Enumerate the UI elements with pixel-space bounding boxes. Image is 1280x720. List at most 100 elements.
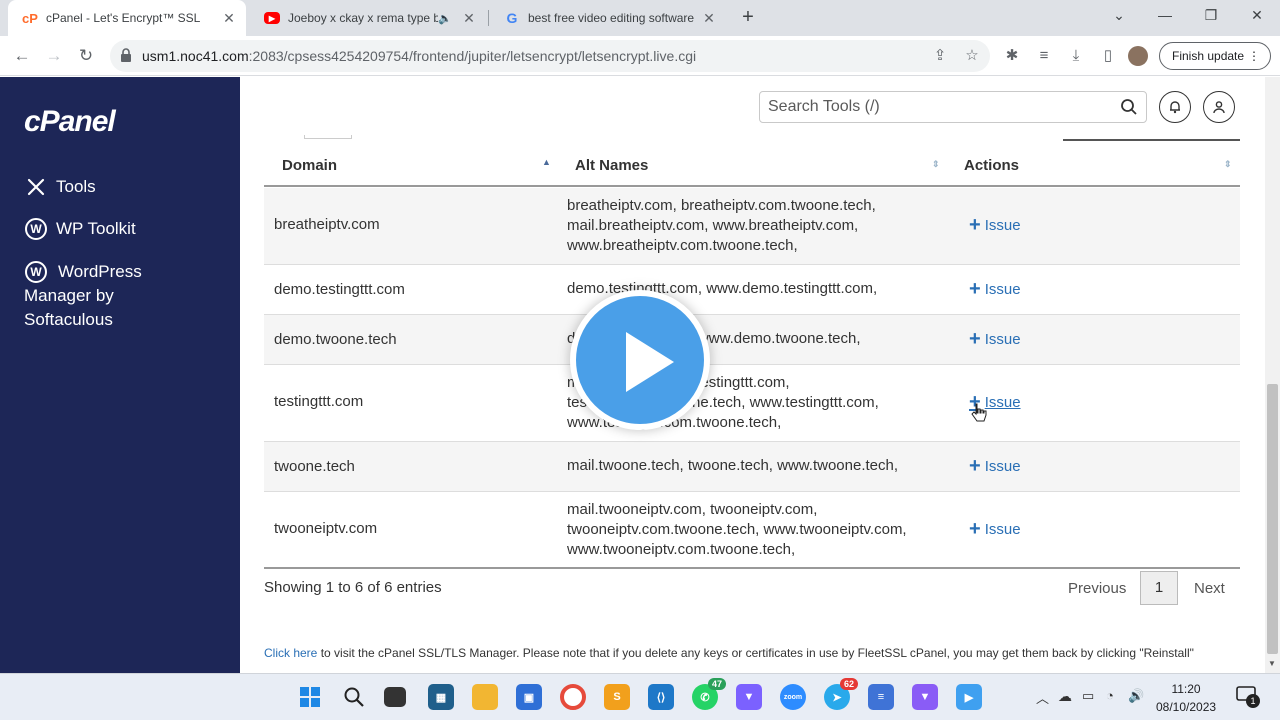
search-placeholder: Search Tools (/) bbox=[768, 98, 880, 115]
tab-separator bbox=[488, 10, 489, 26]
zoom-icon[interactable]: zoom bbox=[780, 684, 806, 710]
notification-center-icon[interactable]: 1 bbox=[1236, 686, 1260, 708]
issue-button[interactable]: + Issue bbox=[969, 518, 1021, 541]
extensions-icon[interactable]: ✱ bbox=[1002, 46, 1022, 66]
issue-button[interactable]: + Issue bbox=[969, 328, 1021, 351]
sidepanel-icon[interactable]: ▯ bbox=[1098, 46, 1118, 66]
google-icon: G bbox=[506, 10, 518, 26]
telegram-icon[interactable]: ➤ 62 bbox=[824, 678, 858, 710]
whatsapp-icon[interactable]: ✆ 47 bbox=[692, 678, 726, 710]
table-row: demo.twoone.tech demo.twoone.tech, www.d… bbox=[264, 315, 1240, 365]
chrome-icon[interactable] bbox=[560, 684, 586, 710]
tab-cpanel[interactable]: cP cPanel - Let's Encrypt™ SSL ✕ bbox=[8, 0, 246, 36]
video-editor-icon[interactable]: ▶ bbox=[956, 684, 982, 710]
windows-start-icon[interactable] bbox=[297, 684, 323, 710]
search-icon[interactable] bbox=[341, 684, 367, 710]
close-window-button[interactable]: ✕ bbox=[1234, 0, 1280, 32]
table-row: twoone.tech mail.twoone.tech, twoone.tec… bbox=[264, 442, 1240, 492]
tab-google[interactable]: G best free video editing software ✕ bbox=[490, 0, 726, 36]
close-icon[interactable]: ✕ bbox=[700, 10, 718, 27]
column-domain[interactable]: Domain bbox=[282, 157, 337, 174]
issue-button[interactable]: + Issue bbox=[969, 278, 1021, 301]
volume-icon[interactable]: 🔊 bbox=[1128, 688, 1144, 704]
reload-button[interactable]: ↻ bbox=[72, 42, 100, 70]
profile-avatar[interactable] bbox=[1128, 46, 1148, 66]
search-icon[interactable] bbox=[1120, 98, 1138, 116]
menu-dots-icon: ⋮ bbox=[1248, 49, 1260, 63]
scroll-down-icon[interactable]: ▼ bbox=[1268, 659, 1276, 668]
sidebar-item-wp-toolkit[interactable]: W WP Toolkit bbox=[24, 217, 136, 241]
sort-icon[interactable]: ⇕ bbox=[932, 159, 940, 170]
sidebar-item-label: WP Toolkit bbox=[56, 219, 136, 238]
close-icon[interactable]: ✕ bbox=[460, 10, 478, 27]
tab-youtube[interactable]: ▶ Joeboy x ckay x rema type b 🔈 ✕ bbox=[250, 0, 486, 36]
domain-cell: breatheiptv.com bbox=[274, 216, 380, 233]
tab-search-icon[interactable]: ⌄ bbox=[1096, 0, 1142, 32]
cpanel-logo[interactable]: cPanel bbox=[24, 105, 116, 139]
table-row: testingttt.com mail.testingttt.com, test… bbox=[264, 365, 1240, 442]
tools-icon bbox=[24, 175, 48, 199]
widgets-icon[interactable]: ▦ bbox=[428, 684, 454, 710]
sort-asc-icon[interactable]: ▲ bbox=[542, 157, 551, 167]
file-explorer-icon[interactable] bbox=[472, 684, 498, 710]
alt-names-cell: mail.twoone.tech, twoone.tech, www.twoon… bbox=[567, 457, 899, 474]
plus-icon: + bbox=[969, 214, 981, 236]
sidebar-item-label: Tools bbox=[56, 177, 96, 196]
app-icon[interactable]: ▼ bbox=[736, 684, 762, 710]
sublime-icon[interactable]: S bbox=[604, 684, 630, 710]
youtube-icon: ▶ bbox=[264, 12, 280, 24]
sidebar-item-tools[interactable]: Tools bbox=[24, 175, 96, 199]
finish-update-button[interactable]: Finish update ⋮ bbox=[1159, 42, 1271, 70]
app-icon[interactable]: ▼ bbox=[912, 684, 938, 710]
forward-button[interactable]: → bbox=[40, 42, 68, 70]
previous-page-button[interactable]: Previous bbox=[1068, 580, 1126, 597]
bell-icon bbox=[1170, 101, 1180, 114]
table-row: demo.testingttt.com demo.testingttt.com,… bbox=[264, 265, 1240, 315]
wifi-icon[interactable]: ◔ bbox=[1106, 688, 1114, 703]
notification-count: 1 bbox=[1246, 694, 1260, 708]
onedrive-icon[interactable]: ☁ bbox=[1058, 688, 1072, 705]
search-tools-input[interactable]: Search Tools (/) bbox=[759, 91, 1147, 123]
store-icon[interactable]: ▣ bbox=[516, 684, 542, 710]
page-scrollbar[interactable]: ▼ bbox=[1265, 77, 1280, 673]
restore-button[interactable]: ❐ bbox=[1188, 0, 1234, 32]
column-actions[interactable]: Actions bbox=[964, 157, 1019, 174]
entries-info: Showing 1 to 6 of 6 entries bbox=[264, 579, 442, 596]
download-icon[interactable]: ⤓ bbox=[1066, 46, 1086, 66]
battery-icon[interactable]: ▭ bbox=[1082, 688, 1094, 704]
scrollbar-thumb[interactable] bbox=[1267, 384, 1278, 654]
ssl-manager-note: Click here to visit the cPanel SSL/TLS M… bbox=[264, 646, 1194, 660]
new-tab-button[interactable]: + bbox=[737, 4, 759, 32]
video-play-button[interactable] bbox=[570, 290, 710, 430]
header-underline bbox=[1063, 139, 1240, 141]
notepad-icon[interactable]: ≡ bbox=[868, 684, 894, 710]
chevron-up-icon[interactable]: ︿ bbox=[1036, 688, 1049, 707]
table-row: breatheiptv.com breatheiptv.com, breathe… bbox=[264, 188, 1240, 265]
domain-cell: twoone.tech bbox=[274, 458, 355, 475]
system-clock[interactable]: 11:20 08/10/2023 bbox=[1156, 680, 1216, 716]
column-alt-names[interactable]: Alt Names bbox=[575, 157, 648, 174]
notifications-button[interactable] bbox=[1159, 91, 1191, 123]
speaker-icon[interactable]: 🔈 bbox=[438, 12, 452, 25]
next-page-button[interactable]: Next bbox=[1194, 580, 1225, 597]
minimize-button[interactable]: — bbox=[1142, 0, 1188, 32]
back-button[interactable]: ← bbox=[8, 42, 36, 70]
page-1-button[interactable]: 1 bbox=[1140, 571, 1178, 605]
table-header: Domain ▲ Alt Names ⇕ Actions ⇕ bbox=[264, 147, 1240, 187]
plus-icon: + bbox=[969, 328, 981, 350]
bookmark-star-icon[interactable]: ☆ bbox=[962, 46, 982, 66]
share-icon[interactable]: ⇪ bbox=[930, 46, 950, 66]
address-bar[interactable]: usm1.noc41.com:2083/cpsess4254209754/fro… bbox=[110, 40, 990, 72]
domain-cell: twooneiptv.com bbox=[274, 520, 378, 537]
sidebar-item-wordpress-manager[interactable]: W WordPress Manager by Softaculous bbox=[24, 260, 174, 332]
sort-icon[interactable]: ⇕ bbox=[1224, 159, 1232, 170]
media-icon[interactable]: ≡ bbox=[1034, 46, 1054, 66]
issue-button[interactable]: + Issue bbox=[969, 455, 1021, 478]
lock-icon bbox=[121, 48, 131, 62]
close-icon[interactable]: ✕ bbox=[220, 10, 238, 27]
issue-button[interactable]: + Issue bbox=[969, 214, 1021, 237]
task-view-icon[interactable] bbox=[384, 687, 406, 707]
user-menu-button[interactable] bbox=[1203, 91, 1235, 123]
ssl-manager-link[interactable]: Click here bbox=[264, 646, 317, 660]
vscode-icon[interactable]: ⟨⟩ bbox=[648, 684, 674, 710]
